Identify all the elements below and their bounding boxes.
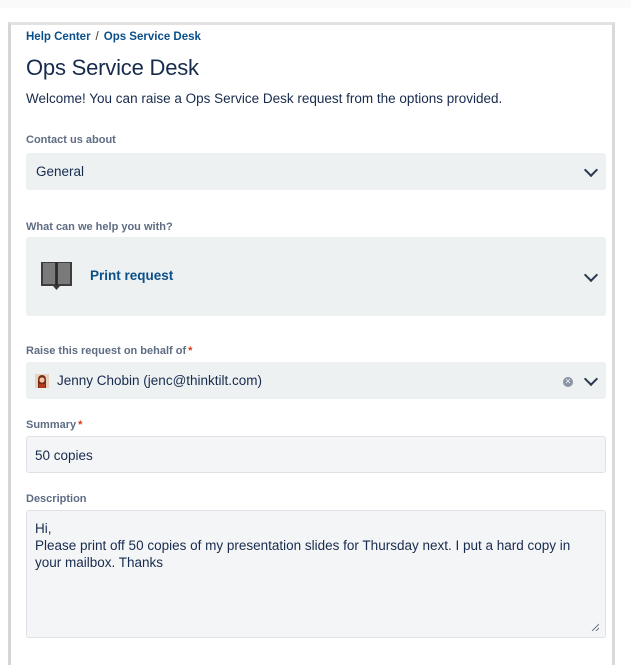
page-title: Ops Service Desk xyxy=(26,55,199,80)
required-marker: * xyxy=(78,419,83,431)
avatar xyxy=(35,374,49,388)
contact-select[interactable]: General xyxy=(26,153,606,190)
description-value: Hi, Please print off 50 copies of my pre… xyxy=(35,521,571,570)
clear-icon[interactable]: ✕ xyxy=(563,377,573,387)
top-strip xyxy=(0,0,631,8)
request-type-select[interactable]: Print request xyxy=(26,237,606,316)
breadcrumb-ops-service-desk[interactable]: Ops Service Desk xyxy=(104,31,201,43)
breadcrumb-help-center[interactable]: Help Center xyxy=(26,31,91,43)
chevron-down-icon xyxy=(583,162,599,178)
chevron-down-icon xyxy=(583,267,599,283)
summary-input[interactable]: 50 copies xyxy=(26,436,606,473)
summary-label: Summary * xyxy=(26,419,82,431)
contact-label: Contact us about xyxy=(26,134,116,146)
resize-handle-icon[interactable] xyxy=(591,623,599,631)
behalf-label-text: Raise this request on behalf of xyxy=(26,345,187,357)
description-textarea[interactable]: Hi, Please print off 50 copies of my pre… xyxy=(26,510,606,638)
help-label: What can we help you with? xyxy=(26,221,173,233)
behalf-select[interactable]: Jenny Chobin (jenc@thinktilt.com) ✕ xyxy=(26,362,606,399)
breadcrumb-separator: / xyxy=(95,31,99,43)
required-marker: * xyxy=(188,345,193,357)
welcome-text: Welcome! You can raise a Ops Service Des… xyxy=(26,91,503,106)
summary-label-text: Summary xyxy=(26,419,77,431)
behalf-select-value: Jenny Chobin (jenc@thinktilt.com) xyxy=(57,373,263,388)
breadcrumb: Help Center / Ops Service Desk xyxy=(26,31,201,43)
behalf-label: Raise this request on behalf of * xyxy=(26,345,192,357)
book-icon xyxy=(41,262,72,290)
request-type-value: Print request xyxy=(90,268,174,283)
summary-input-value: 50 copies xyxy=(35,448,93,463)
contact-select-value: General xyxy=(36,164,85,179)
chevron-down-icon xyxy=(583,371,599,387)
description-label: Description xyxy=(26,493,87,505)
